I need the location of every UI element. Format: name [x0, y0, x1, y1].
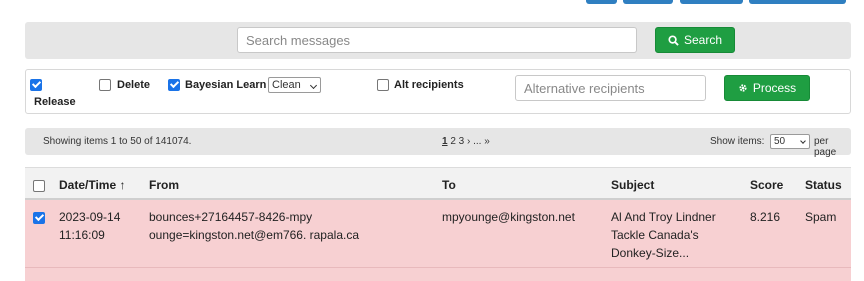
bayesian-mode-value: Clean [272, 79, 301, 91]
row-subject-line1: Al And Troy Lindner [611, 210, 716, 224]
row-date: 2023-09-14 [59, 210, 121, 224]
pager-info: Showing items 1 to 50 of 141074. [43, 136, 192, 147]
bayesian-learn-checkbox[interactable] [168, 79, 180, 91]
page-links[interactable]: 2 3 › ... » [448, 136, 489, 147]
search-icon [668, 34, 679, 46]
toolbar-button-4[interactable] [749, 0, 846, 4]
process-button[interactable]: Process [724, 75, 810, 101]
quarantine-page: Search Release Delete Bayesian Learn Cle… [0, 0, 864, 281]
per-page-label: per page [814, 136, 837, 158]
alt-recipients-label: Alt recipients [394, 79, 464, 91]
row-time: 11:16:09 [59, 228, 105, 242]
alt-recipients-checkbox[interactable] [377, 79, 389, 91]
alternative-recipients-input[interactable] [515, 75, 706, 101]
column-header-subject[interactable]: Subject [611, 178, 654, 192]
per-page-value: 50 [774, 136, 786, 147]
row-to: mpyounge@kingston.net [442, 210, 575, 224]
table-row[interactable]: 2023-09-14 11:16:09 bounces+27164457-842… [25, 200, 851, 268]
table-row[interactable] [25, 268, 851, 281]
pagination: 1 2 3 › ... » [442, 136, 490, 147]
row-subject-line3: Donkey-Size... [611, 246, 690, 260]
pager-panel: Showing items 1 to 50 of 141074. 1 2 3 ›… [25, 128, 851, 158]
release-checkbox[interactable] [30, 79, 42, 91]
column-header-status[interactable]: Status [805, 178, 842, 192]
row-from-line2: ounge=kingston.net@em766. rapala.ca [149, 228, 359, 242]
row-checkbox[interactable] [33, 212, 45, 224]
row-from-line1: bounces+27164457-8426-mpy [149, 210, 313, 224]
toolbar-button-1[interactable] [586, 0, 617, 4]
delete-checkbox[interactable] [99, 79, 111, 91]
chevron-down-icon [309, 81, 318, 90]
toolbar-button-3[interactable] [680, 0, 743, 4]
process-button-label: Process [752, 81, 797, 95]
bayesian-learn-label: Bayesian Learn [185, 79, 267, 91]
per-page-select[interactable]: 50 [770, 134, 810, 149]
chevron-down-icon [800, 138, 806, 144]
row-status: Spam [805, 210, 837, 224]
search-button-label: Search [683, 33, 723, 47]
release-label: Release [34, 96, 76, 108]
toolbar-button-2[interactable] [623, 0, 673, 4]
search-button[interactable]: Search [655, 27, 735, 53]
row-score: 8.216 [750, 210, 781, 224]
column-header-score[interactable]: Score [750, 178, 783, 192]
delete-label: Delete [117, 79, 151, 91]
column-header-datetime[interactable]: Date/Time ↑ [59, 178, 125, 192]
gear-icon [739, 84, 747, 92]
show-items-label: Show items: [710, 136, 765, 147]
column-header-from[interactable]: From [149, 178, 179, 192]
search-input[interactable] [237, 27, 637, 53]
column-header-to[interactable]: To [442, 178, 456, 192]
row-subject-line2: Tackle Canada's [611, 228, 699, 242]
select-all-checkbox[interactable] [33, 180, 45, 192]
table-header: Date/Time ↑ From To Subject Score Status [25, 167, 851, 200]
bayesian-mode-select[interactable]: Clean [268, 77, 321, 93]
